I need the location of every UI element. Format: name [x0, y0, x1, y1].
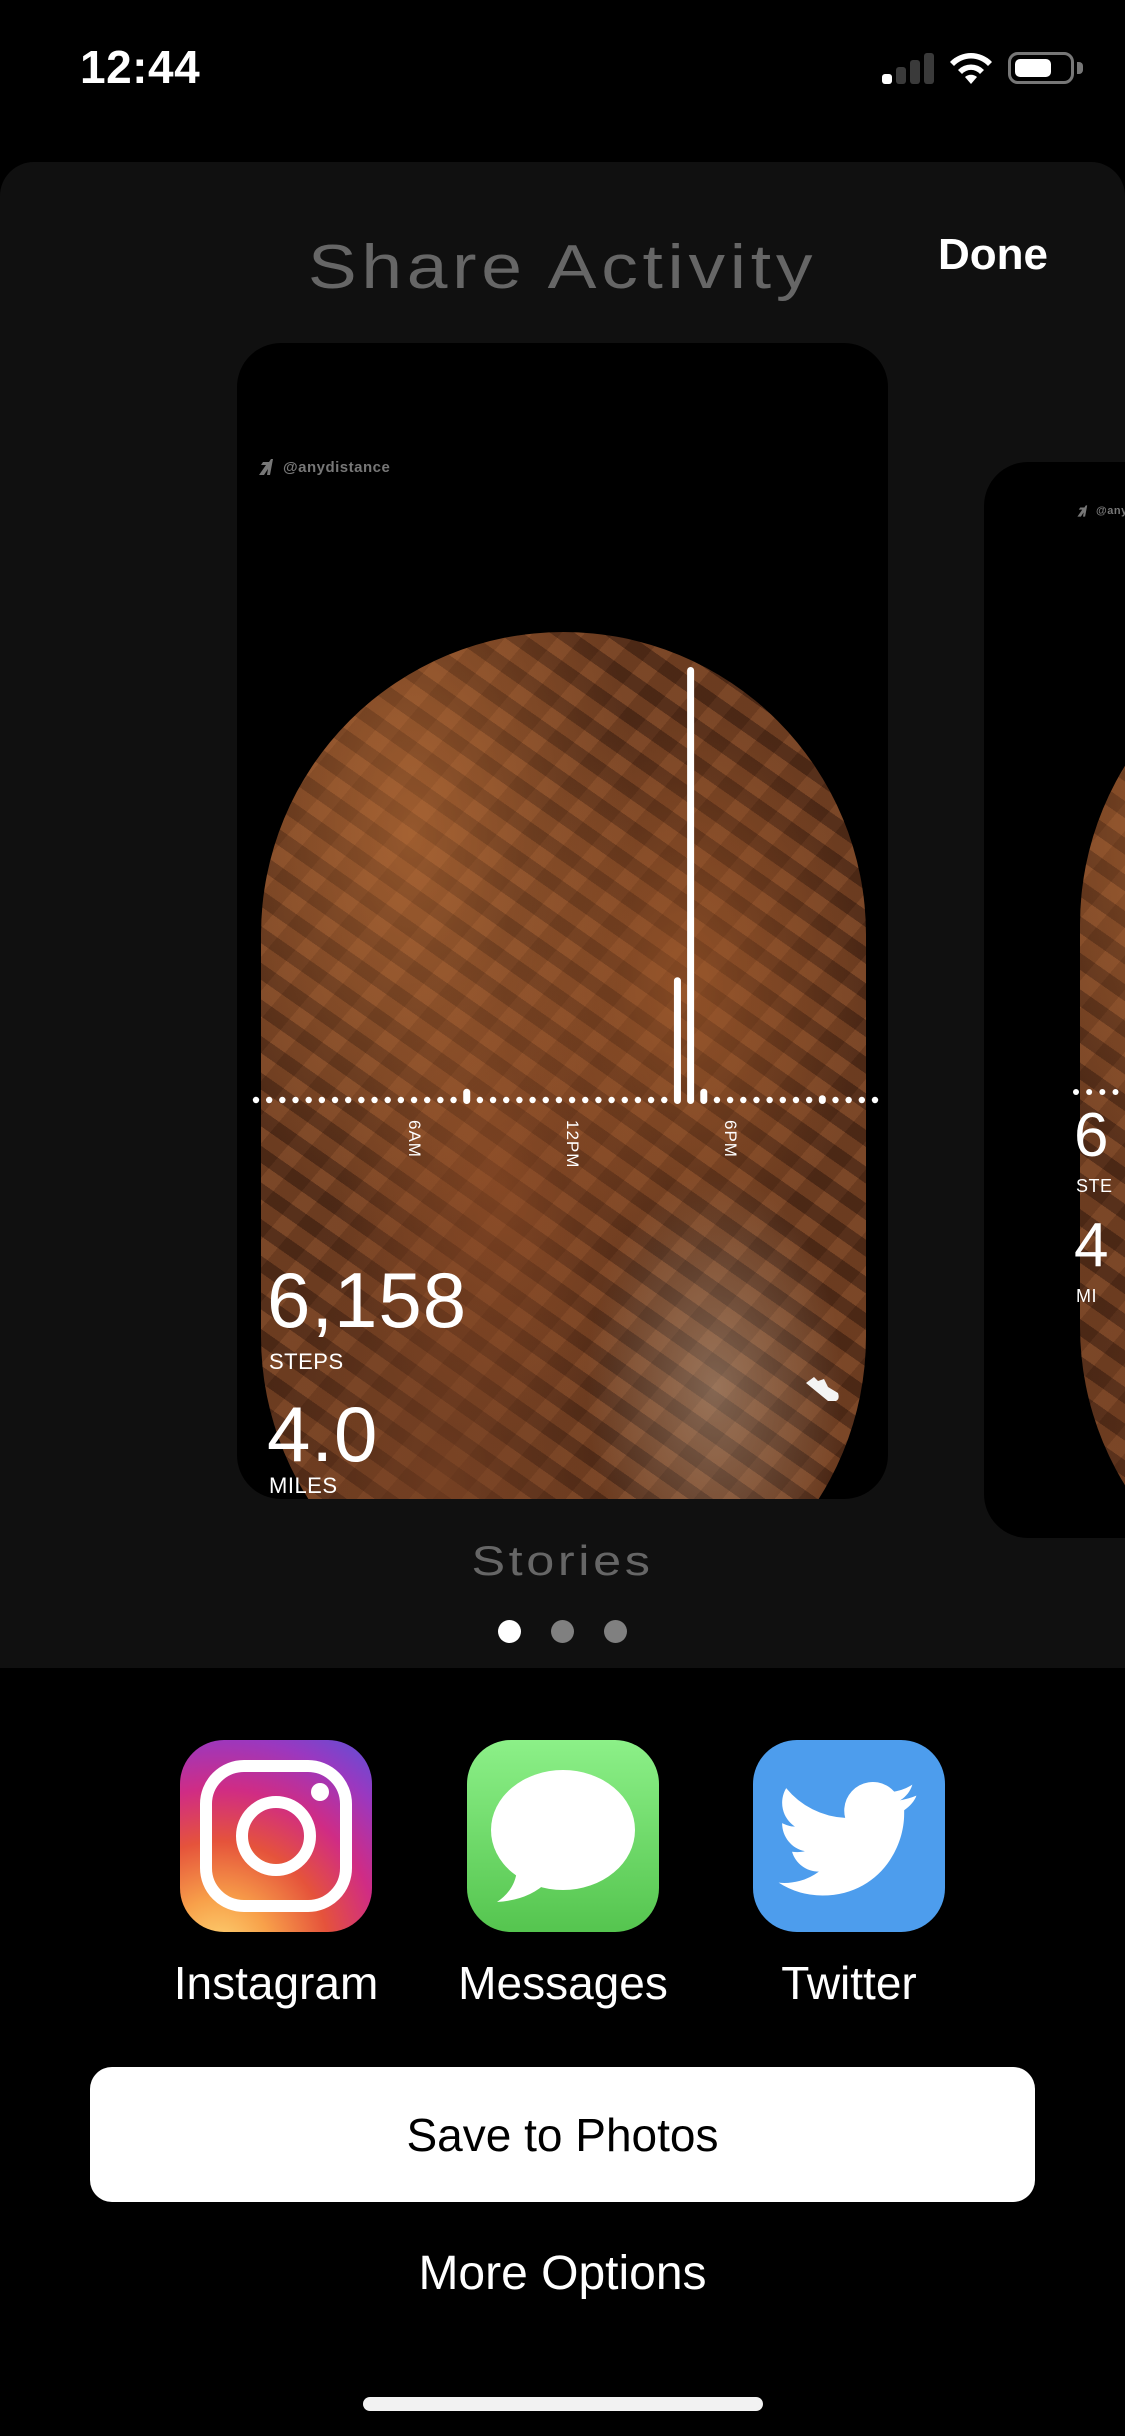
- miles-value: 4: [1074, 1211, 1110, 1280]
- empty-bin-dot: [766, 1096, 773, 1104]
- empty-bin-dot: [489, 1096, 497, 1104]
- empty-bin-dot: [371, 1096, 378, 1104]
- share-instagram[interactable]: Instagram: [174, 1740, 378, 2009]
- empty-bin-dot: [1086, 1089, 1093, 1095]
- empty-bin-dot: [516, 1096, 523, 1104]
- empty-bin-dot: [265, 1096, 273, 1104]
- empty-bin-dot: [529, 1096, 536, 1104]
- x-tick-label: 6PM: [721, 1120, 741, 1158]
- page-indicator[interactable]: [0, 1620, 1125, 1643]
- empty-bin-dot: [568, 1096, 576, 1104]
- empty-bin-dot: [1073, 1089, 1079, 1095]
- share-messages[interactable]: Messages: [458, 1740, 668, 2009]
- signal-bar: [910, 60, 920, 84]
- miles-label: MI: [1076, 1286, 1097, 1306]
- empty-bin-dot: [318, 1096, 326, 1104]
- sneaker-icon: [806, 1377, 839, 1401]
- empty-bin-dot: [740, 1096, 747, 1104]
- empty-bin-dot: [384, 1096, 391, 1104]
- empty-bin-dot: [305, 1096, 312, 1104]
- steps-value: 6,158: [267, 1256, 468, 1344]
- empty-bin-dot: [331, 1096, 339, 1104]
- empty-bin-dot: [252, 1096, 260, 1104]
- empty-bin-dot: [832, 1096, 839, 1104]
- x-tick-label: 12PM: [563, 1120, 583, 1169]
- empty-bin-dot: [595, 1096, 602, 1104]
- signal-bar: [896, 67, 906, 84]
- empty-bin-dot: [845, 1096, 852, 1104]
- empty-bin-dot: [476, 1096, 484, 1104]
- x-tick-label: 6AM: [405, 1120, 425, 1158]
- save-to-photos-button[interactable]: Save to Photos: [90, 2067, 1035, 2202]
- story-card-next[interactable]: @anyd 6 STE 4 MI: [984, 462, 1125, 1538]
- steps-label: STE: [1076, 1176, 1113, 1196]
- signal-bar: [882, 74, 892, 84]
- empty-bin-dot: [647, 1096, 655, 1104]
- empty-bin-dot: [410, 1096, 418, 1104]
- steps-value: 6: [1074, 1101, 1110, 1170]
- share-label: Instagram: [173, 1957, 379, 2009]
- empty-bin-dot: [542, 1096, 549, 1104]
- empty-bin-dot: [279, 1096, 286, 1104]
- empty-bin-dot: [634, 1096, 642, 1104]
- instagram-icon: [180, 1740, 372, 1932]
- miles-label: MILES: [269, 1473, 338, 1498]
- step-bar: [700, 1088, 708, 1104]
- share-label: Twitter: [781, 1957, 917, 2009]
- empty-bin-dot: [621, 1096, 628, 1104]
- empty-bin-dot: [358, 1096, 365, 1104]
- step-bar: [818, 1095, 826, 1104]
- step-bar: [463, 1088, 471, 1104]
- empty-bin-dot: [608, 1096, 615, 1104]
- empty-bin-dot: [753, 1096, 760, 1104]
- done-button[interactable]: Done: [938, 230, 1048, 280]
- empty-bin-dot: [871, 1096, 879, 1104]
- twitter-icon: [753, 1740, 945, 1932]
- more-options-button[interactable]: More Options: [0, 2245, 1125, 2302]
- step-bar: [687, 667, 695, 1104]
- empty-bin-dot: [713, 1096, 721, 1104]
- empty-bin-dot: [1099, 1089, 1106, 1095]
- miles-value: 4.0: [267, 1390, 379, 1478]
- page-dot[interactable]: [604, 1620, 627, 1643]
- page-dot[interactable]: [498, 1620, 521, 1643]
- empty-bin-dot: [555, 1096, 563, 1104]
- empty-bin-dot: [858, 1096, 866, 1104]
- messages-icon: [467, 1740, 659, 1932]
- steps-label: STEPS: [269, 1349, 344, 1374]
- page-dot[interactable]: [551, 1620, 574, 1643]
- empty-bin-dot: [503, 1096, 510, 1104]
- carousel-format-label: Stories: [471, 1537, 654, 1584]
- empty-bin-dot: [424, 1096, 431, 1104]
- wifi-icon: [950, 53, 992, 84]
- empty-bin-dot: [437, 1096, 444, 1104]
- empty-bin-dot: [779, 1096, 786, 1104]
- share-twitter[interactable]: Twitter: [753, 1740, 945, 2009]
- cellular-signal-icon: [882, 52, 934, 84]
- share-sheet: Share Activity Done @anydistance 6AM 12PM…: [0, 162, 1125, 1668]
- steps-chart-partial: [1073, 1089, 1119, 1095]
- empty-bin-dot: [792, 1096, 800, 1104]
- empty-bin-dot: [397, 1096, 405, 1104]
- empty-bin-dot: [726, 1096, 734, 1104]
- step-bar: [673, 977, 681, 1104]
- empty-bin-dot: [805, 1096, 813, 1104]
- empty-bin-dot: [292, 1096, 299, 1104]
- empty-bin-dot: [582, 1096, 589, 1104]
- share-label: Messages: [458, 1957, 668, 2009]
- battery-cap: [1077, 62, 1083, 74]
- status-time: 12:44: [80, 41, 201, 93]
- empty-bin-dot: [450, 1096, 457, 1104]
- empty-bin-dot: [1112, 1089, 1119, 1095]
- story-card[interactable]: @anydistance 6AM 12PM 6PM 6,158 STEPS 4.0 …: [237, 343, 888, 1499]
- home-indicator[interactable]: [363, 2397, 763, 2411]
- signal-bar: [924, 53, 934, 84]
- empty-bin-dot: [344, 1096, 352, 1104]
- empty-bin-dot: [661, 1096, 668, 1104]
- battery-icon: [1008, 52, 1074, 84]
